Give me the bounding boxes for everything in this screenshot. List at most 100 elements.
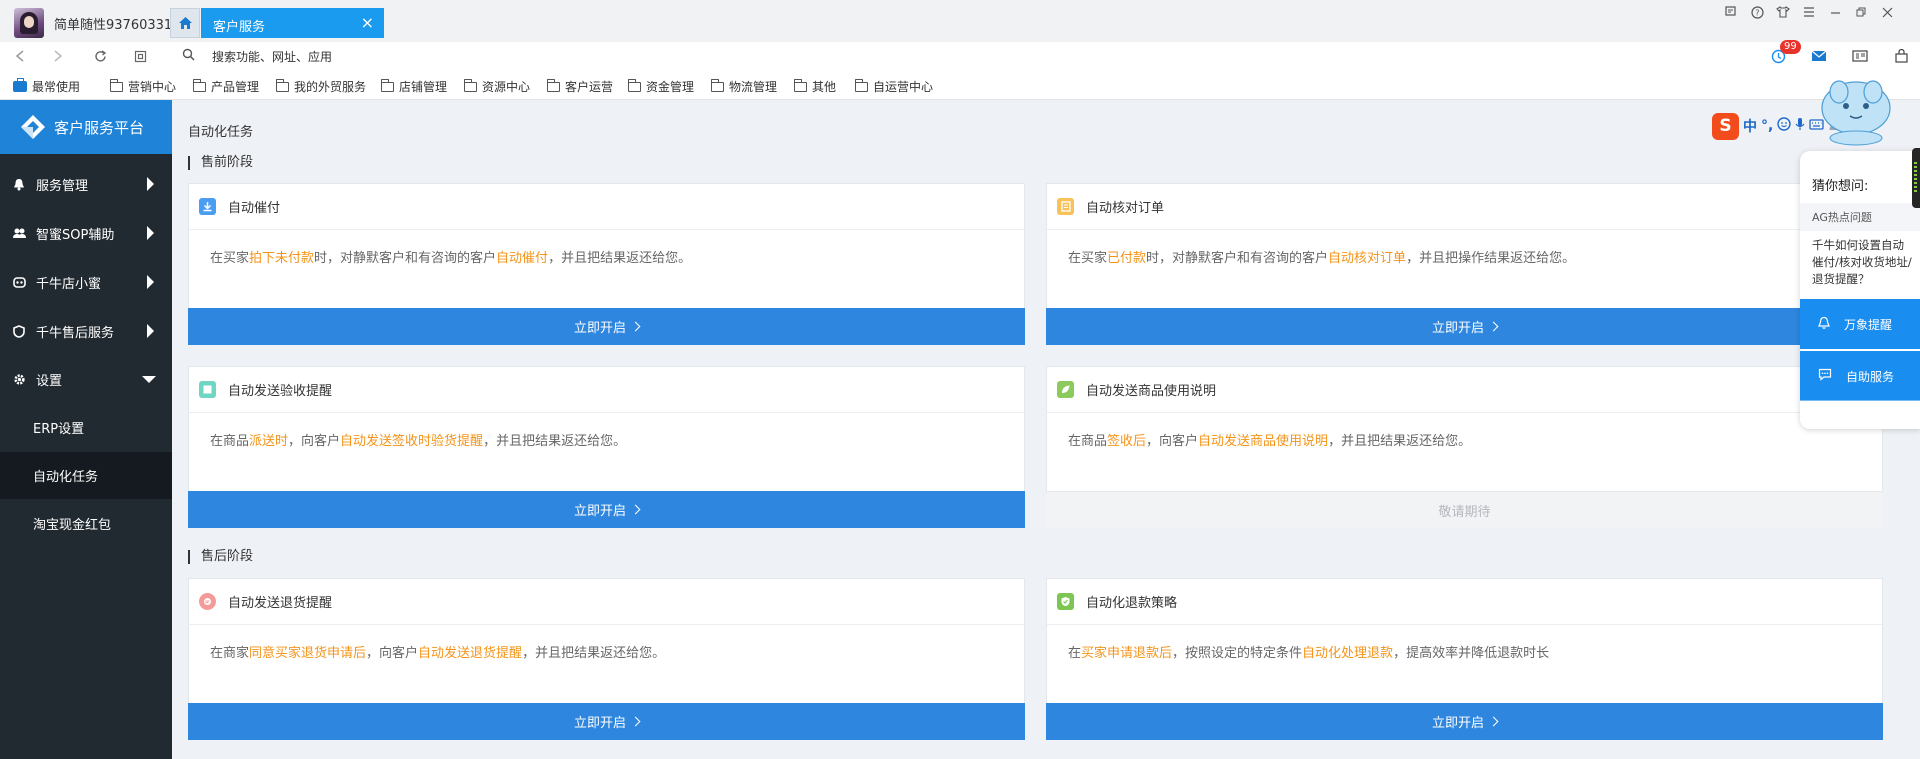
close-icon[interactable]: × — [361, 13, 374, 32]
chevron-right-icon — [147, 275, 154, 289]
mail-badge: 99 — [1780, 40, 1801, 54]
task-card-auto-usage-instructions: 自动发送商品使用说明 在商品签收后，向客户自动发送商品使用说明，并且把结果返还给… — [1046, 366, 1883, 528]
section-title-after-sale: 售后阶段 — [188, 550, 253, 564]
folder-icon — [109, 78, 123, 92]
feedback-icon[interactable] — [1722, 3, 1740, 21]
microphone-icon[interactable] — [1795, 117, 1805, 135]
close-window-icon[interactable] — [1878, 3, 1896, 21]
restore-icon[interactable] — [1852, 3, 1870, 21]
checkbox-icon — [199, 381, 216, 398]
sidebar-subitem-red-packet[interactable]: 淘宝现金红包 — [0, 500, 172, 547]
task-card-auto-return-reminder: 自动发送退货提醒 在商家同意买家退货申请后，向客户自动发送退货提醒，并且把结果返… — [188, 578, 1025, 740]
lock-bag-icon[interactable] — [1890, 46, 1912, 66]
bookmark-trade-services[interactable]: 我的外贸服务 — [275, 78, 366, 95]
refresh-icon[interactable] — [90, 46, 110, 66]
card-title: 自动核对订单 — [1086, 201, 1165, 216]
enable-now-button[interactable]: 立即开启 — [1046, 703, 1883, 740]
search-input[interactable]: 搜索功能、网址、应用 — [212, 48, 332, 65]
message-icon — [199, 593, 216, 610]
enable-now-button[interactable]: 立即开启 — [188, 491, 1025, 528]
page-home-icon[interactable] — [130, 46, 150, 66]
tab-customer-service[interactable]: 客户服务 × — [201, 8, 384, 38]
task-card-auto-refund-strategy: 自动化退款策略 在买家申请退款后，按照设定的特定条件自动化处理退款，提高效率并降… — [1046, 578, 1883, 740]
ime-punct-toggle[interactable]: °, — [1761, 118, 1773, 134]
card-description: 在商家同意买家退货申请后，向客户自动发送退货提醒，并且把结果返还给您。 — [210, 646, 666, 661]
back-icon[interactable] — [10, 46, 30, 66]
task-card-auto-payment-reminder: 自动催付 在买家拍下未付款时，对静默客户和有咨询的客户自动催付，并且把结果返还给… — [188, 183, 1025, 345]
bookmark-finance[interactable]: 资金管理 — [627, 78, 694, 95]
sidebar-subitem-erp[interactable]: ERP设置 — [0, 404, 172, 451]
bookmark-customer-ops[interactable]: 客户运营 — [546, 78, 613, 95]
bell-icon — [1818, 316, 1830, 333]
main-content: 自动化任务 售前阶段 自动催付 在买家拍下未付款时，对静默客户和有咨询的客户自动… — [172, 100, 1920, 759]
chevron-right-icon — [147, 177, 154, 191]
folder-icon — [710, 78, 724, 92]
mail-icon[interactable] — [1808, 46, 1830, 66]
folder-icon — [854, 78, 868, 92]
folder-icon — [793, 78, 807, 92]
bell-icon — [12, 177, 26, 191]
search-icon — [182, 48, 195, 65]
card-title: 自动催付 — [228, 201, 281, 216]
card-description: 在买家拍下未付款时，对静默客户和有咨询的客户自动催付，并且把结果返还给您。 — [210, 251, 692, 266]
shield-check-icon — [1057, 593, 1074, 610]
bookmark-products[interactable]: 产品管理 — [192, 78, 259, 95]
self-service-button[interactable]: 自助服务 — [1800, 351, 1920, 401]
sidebar-item-after-sales[interactable]: 千牛售后服务 — [0, 307, 172, 355]
briefcase-icon — [13, 78, 27, 92]
card-description: 在买家已付款时，对静默客户和有咨询的客户自动核对订单，并且把操作结果返还给您。 — [1068, 251, 1576, 266]
assistant-divider — [1800, 400, 1920, 401]
sidebar-item-settings[interactable]: 设置 — [0, 355, 172, 403]
document-icon — [1057, 198, 1074, 215]
bookmark-frequent[interactable]: 最常使用 — [13, 78, 80, 95]
assistant-mascot-icon[interactable] — [1806, 76, 1901, 146]
sidebar-item-sop[interactable]: 智蜜SOP辅助 — [0, 209, 172, 257]
minimize-icon[interactable] — [1826, 3, 1844, 21]
assistant-panel: 猜你想问: AG热点问题 千牛如何设置自动催付/核对收货地址/退货提醒？ 万象提… — [1800, 151, 1920, 429]
forward-icon[interactable] — [48, 46, 68, 66]
hot-questions-label[interactable]: AG热点问题 — [1800, 203, 1920, 231]
tab-label: 客户服务 — [213, 20, 266, 35]
side-handle[interactable] — [1912, 148, 1920, 208]
sidebar-item-store-assistant[interactable]: 千牛店小蜜 — [0, 258, 172, 306]
enable-now-button[interactable]: 立即开启 — [188, 703, 1025, 740]
shield-icon — [12, 324, 26, 338]
emoji-icon[interactable] — [1777, 117, 1792, 135]
chevron-down-icon — [142, 375, 156, 383]
bookmark-marketing[interactable]: 营销中心 — [109, 78, 176, 95]
bookmark-logistics[interactable]: 物流管理 — [710, 78, 777, 95]
brand-header[interactable]: 客户服务平台 — [0, 100, 172, 154]
suggested-question[interactable]: 千牛如何设置自动催付/核对收货地址/退货提醒？ — [1812, 237, 1912, 288]
home-icon — [178, 17, 192, 29]
folder-icon — [192, 78, 206, 92]
users-icon — [12, 226, 26, 240]
sidebar-item-service-management[interactable]: 服务管理 — [0, 160, 172, 208]
sogou-logo-icon[interactable]: S — [1712, 112, 1739, 140]
ime-lang-toggle[interactable]: 中 — [1743, 116, 1757, 136]
enable-now-button[interactable]: 立即开启 — [1046, 308, 1883, 345]
card-description: 在商品签收后，向客户自动发送商品使用说明，并且把结果返还给您。 — [1068, 434, 1472, 449]
brand-logo-icon — [20, 114, 46, 140]
bookmarks-bar: 最常使用 营销中心 产品管理 我的外贸服务 店铺管理 资源中心 客户运营 资金管… — [0, 70, 1920, 100]
help-icon[interactable]: ? — [1748, 3, 1766, 21]
chevron-right-icon — [1488, 716, 1499, 727]
bookmark-resources[interactable]: 资源中心 — [463, 78, 530, 95]
contact-card-icon[interactable] — [1849, 46, 1871, 66]
card-description: 在买家申请退款后，按照设定的特定条件自动化处理退款，提高效率并降低退款时长 — [1068, 646, 1550, 661]
coming-soon-button: 敬请期待 — [1046, 491, 1883, 528]
menu-icon[interactable] — [1800, 3, 1818, 21]
bookmark-self-ops[interactable]: 自运营中心 — [854, 78, 933, 95]
chevron-right-icon — [147, 324, 154, 338]
wanxiang-reminder-button[interactable]: 万象提醒 — [1800, 299, 1920, 349]
enable-now-button[interactable]: 立即开启 — [188, 308, 1025, 345]
bookmark-other[interactable]: 其他 — [793, 78, 836, 95]
bookmark-shop[interactable]: 店铺管理 — [380, 78, 447, 95]
download-icon — [199, 198, 216, 215]
user-avatar[interactable] — [14, 8, 44, 38]
home-tab[interactable] — [170, 8, 200, 38]
window-title-bar: 简单随性93760331 客户服务 × ? — [0, 0, 1920, 42]
folder-icon — [275, 78, 289, 92]
sidebar-subitem-automation[interactable]: 自动化任务 — [0, 452, 172, 499]
skin-icon[interactable] — [1774, 3, 1792, 21]
username[interactable]: 简单随性93760331 — [54, 14, 172, 33]
